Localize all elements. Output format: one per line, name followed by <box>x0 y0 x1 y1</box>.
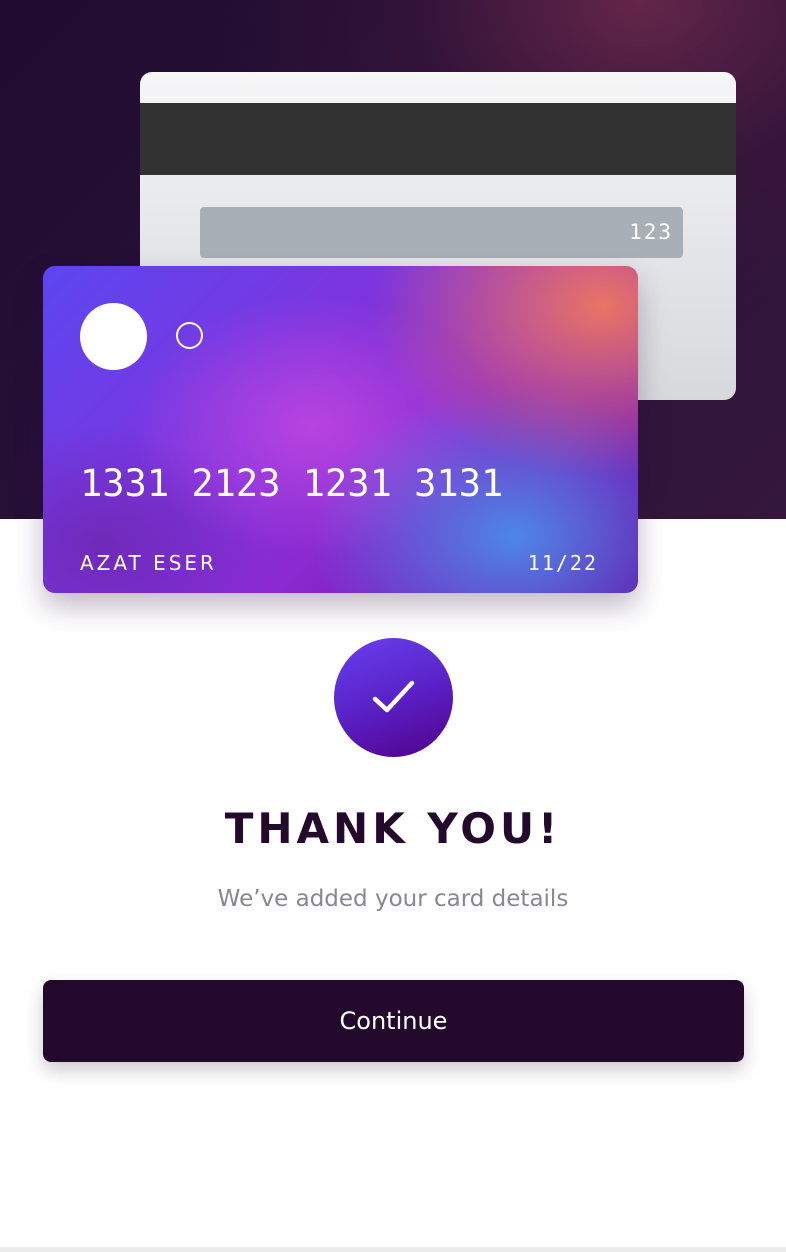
cvv-code: 123 <box>629 220 673 244</box>
success-badge <box>334 638 453 757</box>
card-number: 1331 2123 1231 3131 <box>80 462 504 505</box>
bottom-divider <box>0 1247 786 1252</box>
credit-card-front: 1331 2123 1231 3131 AZAT ESER 11/22 <box>43 266 638 593</box>
continue-button[interactable]: Continue <box>43 980 744 1062</box>
card-holder-name: AZAT ESER <box>80 551 217 575</box>
signature-strip: 123 <box>200 207 683 258</box>
success-subtitle: We’ve added your card details <box>217 886 569 912</box>
card-expiry-date: 11/22 <box>527 551 598 575</box>
magnetic-stripe <box>140 103 736 175</box>
success-title: THANK YOU! <box>224 804 562 853</box>
card-logo-circle-small <box>176 322 203 349</box>
checkmark-icon <box>372 680 415 713</box>
card-logo-circle-large <box>80 303 147 370</box>
